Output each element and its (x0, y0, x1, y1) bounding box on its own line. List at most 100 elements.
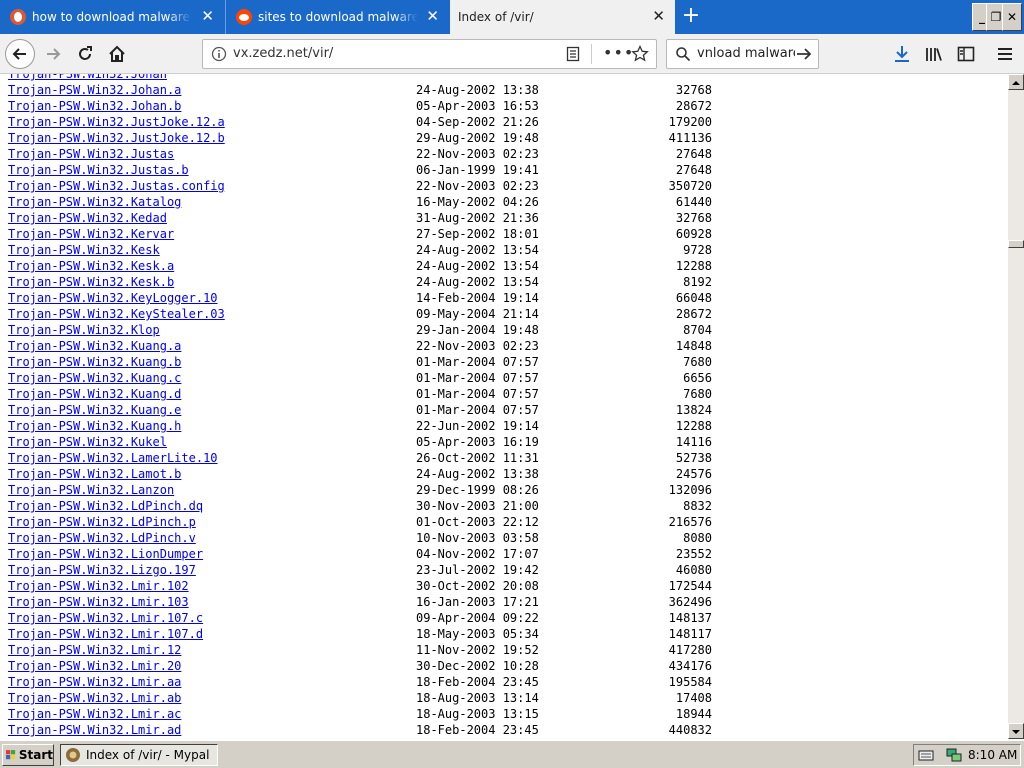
file-link[interactable]: Trojan-PSW.Win32.LdPinch.p (8, 514, 196, 530)
tab-title: Index of /vir/ (458, 10, 534, 24)
file-link[interactable]: Trojan-PSW.Win32.Kuang.e (8, 402, 181, 418)
file-link[interactable]: Trojan-PSW.Win32.Kuang.h (8, 418, 181, 434)
file-link[interactable]: Trojan-PSW.Win32.Lmir.12 (8, 642, 181, 658)
url-bar-divider (591, 44, 592, 64)
file-size: 27648 (675, 163, 712, 177)
network-icon[interactable] (946, 747, 962, 763)
file-date: 18-Feb-2004 23:45 (416, 675, 539, 689)
close-window-button[interactable]: ✕ (1002, 3, 1022, 31)
file-link[interactable]: Trojan-PSW.Win32.JustJoke.12.a (8, 114, 225, 130)
close-tab-icon[interactable]: ✕ (652, 9, 665, 24)
file-link[interactable]: Trojan-PSW.Win32.Lmir.ac (8, 706, 181, 722)
file-size: 8080 (683, 531, 712, 545)
page-content: Trojan-PSW.Win32.Johan Trojan-PSW.Win32.J… (0, 74, 1008, 739)
page-actions-icon[interactable]: ••• (603, 43, 634, 62)
file-link[interactable]: Trojan-PSW.Win32.Kuang.a (8, 338, 181, 354)
file-link[interactable]: Trojan-PSW.Win32.Kuang.d (8, 386, 181, 402)
file-size: 434176 (668, 659, 712, 673)
forward-button[interactable] (38, 39, 68, 69)
file-link[interactable]: Trojan-PSW.Win32.Lmir.103 (8, 594, 189, 610)
search-icon (676, 47, 691, 62)
keyboard-icon[interactable] (918, 748, 934, 762)
file-link[interactable]: Trojan-PSW.Win32.Lizgo.197 (8, 562, 196, 578)
list-item: Trojan-PSW.Win32.Kesk.b 24-Aug-2002 13:54… (8, 274, 998, 290)
bookmark-star-icon[interactable] (631, 45, 649, 63)
reader-view-icon[interactable] (565, 46, 581, 62)
file-link[interactable]: Trojan-PSW.Win32.Johan (8, 74, 167, 82)
search-go-icon[interactable] (795, 46, 813, 62)
tab-index-vir[interactable]: Index of /vir/ ✕ (450, 0, 675, 34)
file-link[interactable]: Trojan-PSW.Win32.Kesk.b (8, 274, 174, 290)
file-link[interactable]: Trojan-PSW.Win32.Lmir.ad (8, 722, 181, 738)
new-tab-button[interactable]: + (680, 4, 702, 28)
file-link[interactable]: Trojan-PSW.Win32.LionDumper (8, 546, 203, 562)
file-link[interactable]: Trojan-PSW.Win32.Kervar (8, 226, 174, 242)
file-link[interactable]: Trojan-PSW.Win32.Lmir.20 (8, 658, 181, 674)
file-link[interactable]: Trojan-PSW.Win32.Lamot.b (8, 466, 181, 482)
file-link[interactable]: Trojan-PSW.Win32.LdPinch.v (8, 530, 196, 546)
search-input[interactable]: vnload malware (697, 46, 801, 61)
file-link[interactable]: Trojan-PSW.Win32.Justas (8, 146, 174, 162)
file-link[interactable]: Trojan-PSW.Win32.Lmir.102 (8, 578, 189, 594)
back-button[interactable] (5, 39, 35, 69)
tab-duckduckgo[interactable]: how to download malware at DuckDuckGo ✕ (0, 0, 224, 34)
file-size: 18944 (675, 707, 712, 721)
close-tab-icon[interactable]: ✕ (426, 9, 439, 24)
list-item: Trojan-PSW.Win32.Johan.a 24-Aug-2002 13:3… (8, 82, 998, 98)
file-link[interactable]: Trojan-PSW.Win32.Klop (8, 322, 160, 338)
scroll-down-button[interactable] (1008, 723, 1024, 739)
file-size: 32768 (675, 211, 712, 225)
file-link[interactable]: Trojan-PSW.Win32.LamerLite.10 (8, 450, 218, 466)
scroll-up-button[interactable] (1008, 74, 1024, 90)
list-item: Trojan-PSW.Win32.Lmir.12 11-Nov-2002 19:5… (8, 642, 998, 658)
file-link[interactable]: Trojan-PSW.Win32.Lmir.107.d (8, 626, 203, 642)
file-link[interactable]: Trojan-PSW.Win32.Lmir.aa (8, 674, 181, 690)
close-tab-icon[interactable]: ✕ (201, 9, 214, 24)
file-link[interactable]: Trojan-PSW.Win32.KeyStealer.03 (8, 306, 225, 322)
file-size: 132096 (668, 483, 712, 497)
file-link[interactable]: Trojan-PSW.Win32.Kuang.b (8, 354, 181, 370)
file-link[interactable]: Trojan-PSW.Win32.Kedad (8, 210, 167, 226)
file-date: 01-Mar-2004 07:57 (416, 371, 539, 385)
directory-listing: Trojan-PSW.Win32.Johan Trojan-PSW.Win32.J… (8, 74, 998, 738)
sidebar-button[interactable] (951, 39, 981, 69)
file-link[interactable]: Trojan-PSW.Win32.JustJoke.12.b (8, 130, 225, 146)
list-item: Trojan-PSW.Win32.Lmir.103 16-Jan-2003 17:… (8, 594, 998, 610)
file-link[interactable]: Trojan-PSW.Win32.Kesk.a (8, 258, 174, 274)
file-link[interactable]: Trojan-PSW.Win32.Kuang.c (8, 370, 181, 386)
file-link[interactable]: Trojan-PSW.Win32.Johan.a (8, 82, 181, 98)
file-size: 362496 (668, 595, 712, 609)
file-link[interactable]: Trojan-PSW.Win32.Kukel (8, 434, 167, 450)
file-link[interactable]: Trojan-PSW.Win32.Johan.b (8, 98, 181, 114)
file-link[interactable]: Trojan-PSW.Win32.Lanzon (8, 482, 174, 498)
file-link[interactable]: Trojan-PSW.Win32.Kesk (8, 242, 160, 258)
menu-button[interactable] (990, 39, 1020, 69)
start-button[interactable]: Start (2, 744, 54, 766)
reload-button[interactable] (70, 39, 100, 69)
tab-reddit[interactable]: sites to download malware : Malware ✕ (225, 0, 449, 34)
file-date: 26-Oct-2002 11:31 (416, 451, 539, 465)
file-link[interactable]: Trojan-PSW.Win32.LdPinch.dq (8, 498, 203, 514)
file-date: 24-Aug-2002 13:54 (416, 259, 539, 273)
taskbar-window-button[interactable]: Index of /vir/ - Mypal (60, 744, 218, 766)
tab-strip: how to download malware at DuckDuckGo ✕ … (0, 0, 1024, 34)
vertical-scrollbar[interactable] (1008, 74, 1024, 739)
list-item: Trojan-PSW.Win32.Lmir.102 30-Oct-2002 20:… (8, 578, 998, 594)
list-item: Trojan-PSW.Win32.Kervar 27-Sep-2002 18:01… (8, 226, 998, 242)
file-link[interactable]: Trojan-PSW.Win32.Lmir.ab (8, 690, 181, 706)
scrollbar-thumb[interactable] (1008, 240, 1024, 248)
file-link[interactable]: Trojan-PSW.Win32.Justas.b (8, 162, 189, 178)
file-link[interactable]: Trojan-PSW.Win32.Lmir.107.c (8, 610, 203, 626)
file-link[interactable]: Trojan-PSW.Win32.KeyLogger.10 (8, 290, 218, 306)
downloads-button[interactable] (887, 39, 917, 69)
file-date: 04-Nov-2002 17:07 (416, 547, 539, 561)
home-button[interactable] (102, 39, 132, 69)
url-bar[interactable]: vx.zedz.net/vir/ ••• (202, 39, 657, 69)
file-link[interactable]: Trojan-PSW.Win32.Katalog (8, 194, 181, 210)
arrow-up-icon (1012, 81, 1020, 85)
list-item: Trojan-PSW.Win32.Lmir.aa 18-Feb-2004 23:4… (8, 674, 998, 690)
info-icon[interactable] (211, 46, 227, 62)
search-bar[interactable]: vnload malware (666, 39, 819, 69)
library-button[interactable] (919, 39, 949, 69)
file-link[interactable]: Trojan-PSW.Win32.Justas.config (8, 178, 225, 194)
